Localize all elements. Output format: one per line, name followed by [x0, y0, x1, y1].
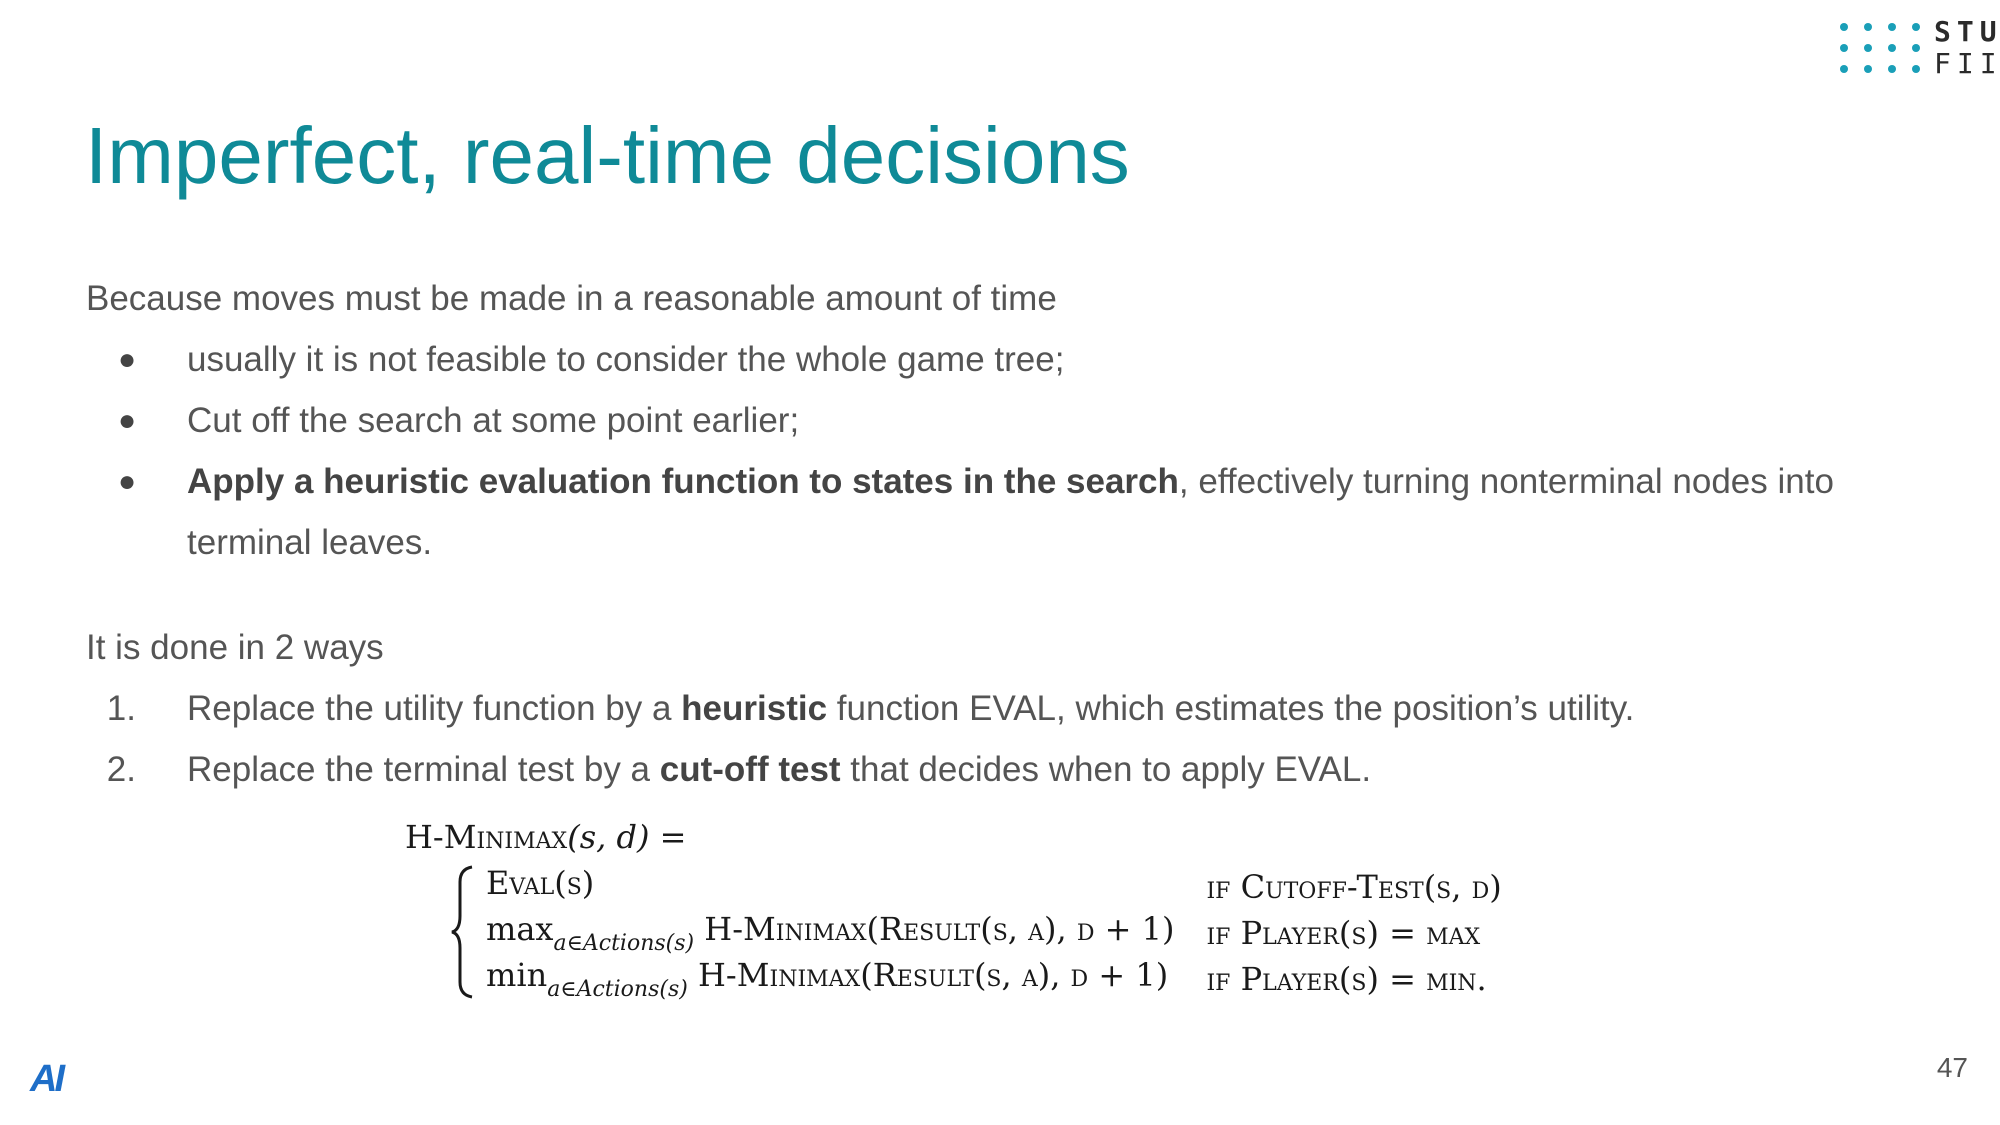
item-bold-text: heuristic — [681, 689, 828, 728]
numbered-item: 1. Replace the utility function by a heu… — [86, 678, 1906, 739]
case-condition: if Player(s) = min. — [1206, 960, 1487, 998]
bullet-bold-text: Apply a heuristic evaluation function to… — [187, 462, 1179, 501]
case-expression: mina∈Actions(s) H-Minimax(Result(s, a), … — [486, 956, 1169, 1002]
ways-intro-text: It is done in 2 ways — [86, 628, 384, 667]
formula-args: (s, d) = — [567, 818, 687, 856]
item-text-post: that decides when to apply EVAL. — [840, 750, 1372, 789]
case-expression: maxa∈Actions(s) H-Minimax(Result(s, a), … — [486, 910, 1175, 956]
bullet-text: usually it is not feasible to consider t… — [187, 340, 1065, 379]
ai-logo: AI — [30, 1058, 65, 1100]
case-expression: Eval(s) — [486, 864, 595, 902]
left-brace-icon — [451, 865, 473, 999]
numbered-list: 1. Replace the utility function by a heu… — [86, 678, 1906, 800]
slide-body: Because moves must be made in a reasonab… — [86, 268, 1906, 800]
bullet-item: ● Cut off the search at some point earli… — [86, 390, 1906, 451]
formula-head: H-Minimax(s, d) = — [405, 818, 1502, 856]
slide-title: Imperfect, real-time decisions — [85, 111, 1130, 200]
case-row: mina∈Actions(s) H-Minimax(Result(s, a), … — [486, 956, 1502, 1002]
case-row: maxa∈Actions(s) H-Minimax(Result(s, a), … — [486, 910, 1502, 956]
page-number: 47 — [1936, 1052, 1968, 1083]
bullet-list: ● usually it is not feasible to consider… — [86, 329, 1906, 573]
logo-line-2: FIIT — [1934, 47, 2000, 80]
bullet-item: ● Apply a heuristic evaluation function … — [86, 451, 1906, 573]
item-text-pre: Replace the terminal test by a — [187, 750, 660, 789]
bullet-icon: ● — [118, 465, 137, 498]
item-number: 1. — [106, 689, 136, 728]
item-number: 2. — [106, 750, 136, 789]
bullet-item: ● usually it is not feasible to consider… — [86, 329, 1906, 390]
logo-dots-icon — [1840, 23, 1920, 73]
item-bold-text: cut-off test — [659, 750, 841, 789]
bullet-icon: ● — [118, 404, 137, 437]
logo-text: STU FIIT — [1934, 16, 2000, 80]
intro-text: Because moves must be made in a reasonab… — [86, 279, 1057, 318]
item-text-pre: Replace the utility function by a — [187, 689, 682, 728]
case-condition: if Cutoff-Test(s, d) — [1206, 868, 1502, 906]
bullet-text: Cut off the search at some point earlier… — [187, 401, 800, 440]
bullet-icon: ● — [118, 343, 137, 376]
stu-fiit-logo: STU FIIT — [1840, 16, 2000, 80]
h-minimax-formula: H-Minimax(s, d) = Eval(s) if Cutoff-Test… — [405, 818, 1502, 1002]
cases-table: Eval(s) if Cutoff-Test(s, d) maxa∈Action… — [486, 864, 1502, 1002]
case-condition: if Player(s) = max — [1206, 914, 1481, 952]
formula-function-name: H-Minimax — [405, 818, 568, 856]
item-text-post: function EVAL, which estimates the posit… — [827, 689, 1635, 728]
formula-cases: Eval(s) if Cutoff-Test(s, d) maxa∈Action… — [450, 864, 1502, 1002]
numbered-item: 2. Replace the terminal test by a cut-of… — [86, 739, 1906, 800]
case-row: Eval(s) if Cutoff-Test(s, d) — [486, 864, 1502, 910]
logo-line-1: STU — [1934, 15, 2000, 48]
